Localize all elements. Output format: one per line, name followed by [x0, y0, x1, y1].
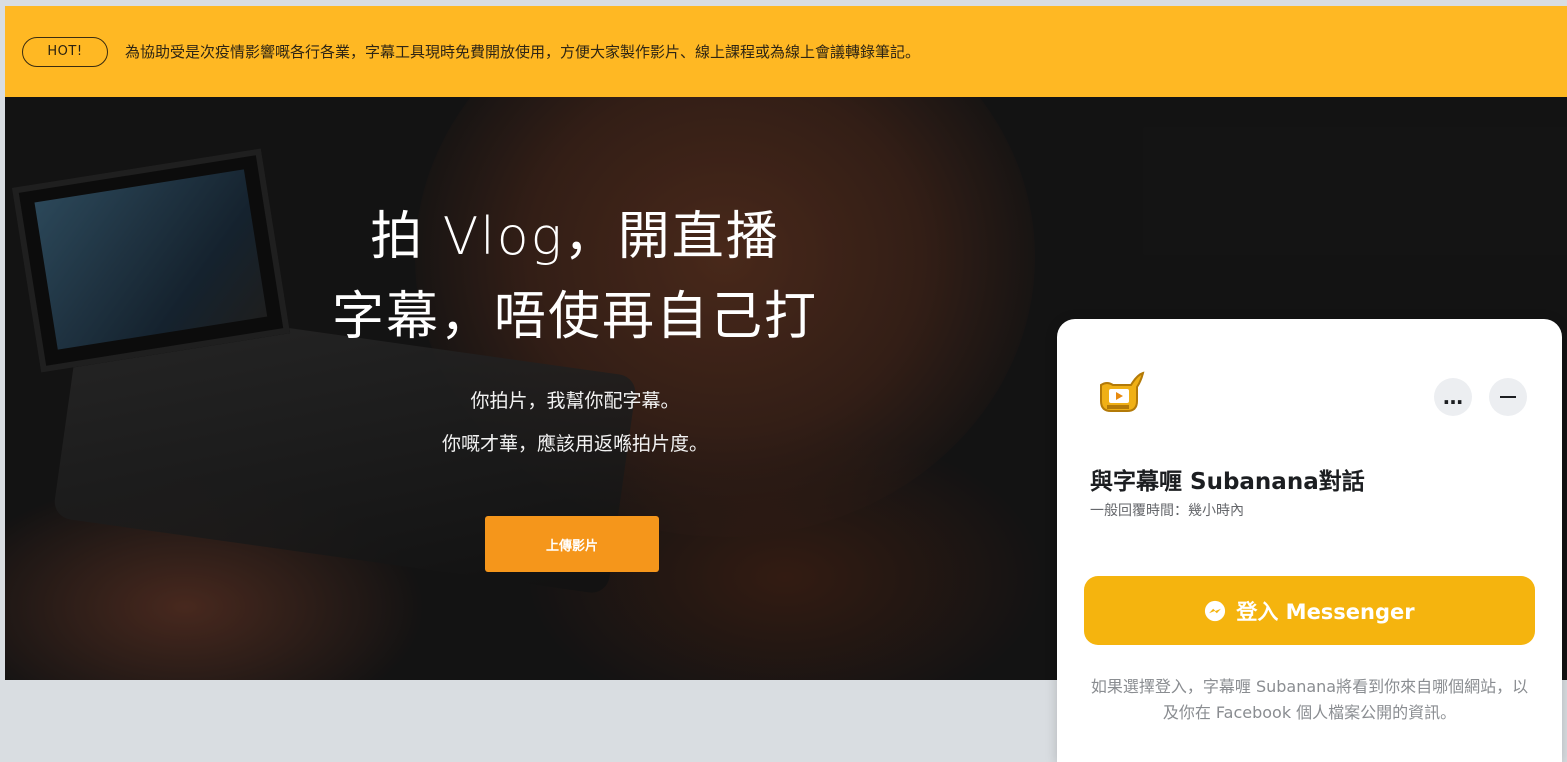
page: HOT! 為協助受是次疫情影響嘅各行各業，字幕工具現時免費開放使用，方便大家製作…: [0, 0, 1567, 762]
upload-video-button[interactable]: 上傳影片: [485, 516, 659, 572]
login-disclaimer: 如果選擇登入，字幕喱 Subanana將看到你來自哪個網站，以及你在 Faceb…: [1090, 677, 1529, 722]
login-messenger-label: 登入 Messenger: [1236, 599, 1415, 624]
subanana-logo-icon: [1097, 371, 1147, 415]
messenger-icon: [1205, 600, 1226, 621]
hot-badge[interactable]: HOT!: [22, 36, 108, 67]
messenger-chat-widget: … 與字幕喱 Subanana對話 一般回覆時間：幾小時內 登入 Messeng…: [1057, 319, 1562, 762]
hero-title-line-1: 拍 Vlog，開直播: [370, 207, 780, 267]
announcement-bar: HOT! 為協助受是次疫情影響嘅各行各業，字幕工具現時免費開放使用，方便大家製作…: [5, 6, 1567, 97]
hero-subtitle-line-1: 你拍片，我幫你配字幕。: [470, 390, 680, 412]
hero-subtitle: 你拍片，我幫你配字幕。 你嘅才華，應該用返喺拍片度。: [325, 380, 825, 466]
announcement-text: 為協助受是次疫情影響嘅各行各業，字幕工具現時免費開放使用，方便大家製作影片、線上…: [125, 43, 921, 61]
minimize-icon[interactable]: [1489, 378, 1527, 416]
hero-title-line-2: 字幕，唔使再自己打: [331, 287, 818, 347]
chat-title: 與字幕喱 Subanana對話: [1090, 469, 1365, 495]
reply-time-text: 一般回覆時間：幾小時內: [1090, 503, 1244, 519]
hero-subtitle-line-2: 你嘅才華，應該用返喺拍片度。: [441, 433, 708, 455]
more-options-icon[interactable]: …: [1434, 378, 1472, 416]
hero-title: 拍 Vlog，開直播 字幕，唔使再自己打: [305, 197, 845, 357]
login-messenger-button[interactable]: 登入 Messenger: [1084, 576, 1535, 645]
